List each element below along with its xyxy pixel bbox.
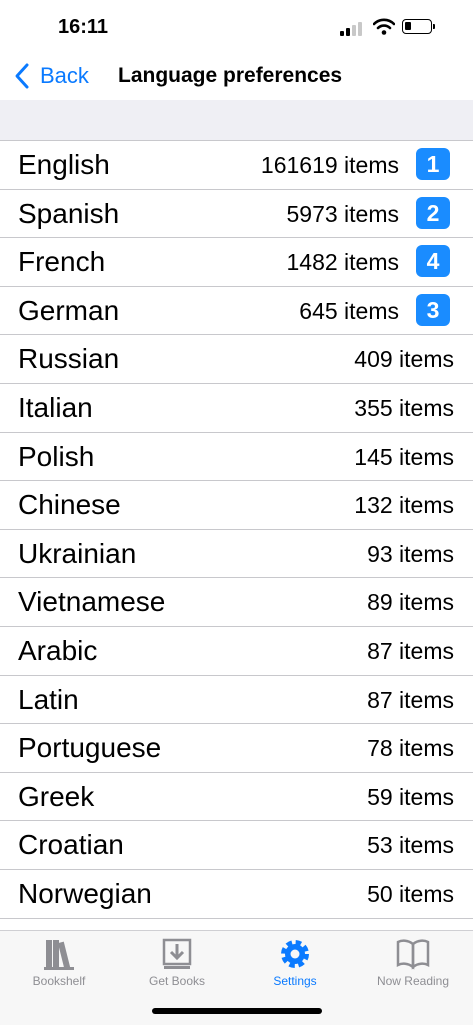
tab-get-books[interactable]: Get Books <box>118 937 236 988</box>
back-button[interactable]: Back <box>12 62 89 90</box>
language-name: English <box>18 149 110 180</box>
language-row-spanish[interactable]: Spanish 5973 items 2 <box>0 190 473 239</box>
item-count: 1482 items <box>286 249 399 276</box>
preference-rank-badge: 2 <box>416 196 450 229</box>
back-label: Back <box>40 63 89 88</box>
language-name: Spanish <box>18 197 120 229</box>
language-name: Norwegian <box>18 877 152 909</box>
language-name: Russian <box>18 343 120 375</box>
language-row-russian[interactable]: Russian 409 items <box>0 335 473 384</box>
language-name: Greek <box>18 780 95 812</box>
item-count: 78 items <box>367 735 454 762</box>
language-row-chinese[interactable]: Chinese 132 items <box>0 481 473 530</box>
language-name: Arabic <box>18 634 98 666</box>
item-count: 87 items <box>367 637 454 664</box>
section-header <box>0 100 473 141</box>
language-name: Italian <box>18 391 93 423</box>
item-count: 132 items <box>354 492 454 519</box>
language-row-vietnamese[interactable]: Vietnamese 89 items <box>0 578 473 627</box>
cellular-signal-icon <box>340 20 366 36</box>
language-name: Chinese <box>18 489 121 521</box>
item-count: 161619 items <box>260 152 399 178</box>
item-count: 645 items <box>299 297 399 324</box>
language-name: Vietnamese <box>18 586 166 618</box>
download-icon <box>162 938 192 969</box>
item-count: 5973 items <box>286 200 399 227</box>
language-row-croatian[interactable]: Croatian 53 items <box>0 821 473 870</box>
language-row-ukrainian[interactable]: Ukrainian 93 items <box>0 530 473 579</box>
preference-rank-badge: 1 <box>416 148 450 180</box>
gear-icon <box>281 940 309 968</box>
language-row-french[interactable]: French 1482 items 4 <box>0 238 473 287</box>
language-row-arabic[interactable]: Arabic 87 items <box>0 627 473 676</box>
language-row-portuguese[interactable]: Portuguese 78 items <box>0 724 473 773</box>
item-count: 53 items <box>367 832 454 859</box>
status-bar: 16:11 <box>0 0 473 56</box>
home-indicator <box>152 1008 322 1014</box>
language-row-polish[interactable]: Polish 145 items <box>0 433 473 482</box>
navigation-bar: Back Language preferences <box>0 56 473 100</box>
language-name: Polish <box>18 440 95 472</box>
language-row-norwegian[interactable]: Norwegian 50 items <box>0 870 473 919</box>
tab-label: Bookshelf <box>32 974 86 988</box>
tab-now-reading[interactable]: Now Reading <box>354 937 472 988</box>
tab-label: Get Books <box>148 974 206 988</box>
language-name: Latin <box>18 683 79 715</box>
item-count: 93 items <box>367 540 454 567</box>
language-list: English 161619 items 1 Spanish 5973 item… <box>0 141 473 919</box>
language-row-german[interactable]: German 645 items 3 <box>0 287 473 336</box>
tab-label: Now Reading <box>376 974 450 988</box>
language-name: French <box>18 246 106 278</box>
language-row-italian[interactable]: Italian 355 items <box>0 384 473 433</box>
tab-bookshelf[interactable]: Bookshelf <box>0 937 118 988</box>
language-row-english[interactable]: English 161619 items 1 <box>0 141 473 190</box>
language-row-greek[interactable]: Greek 59 items <box>0 773 473 822</box>
battery-icon <box>402 19 432 34</box>
wifi-icon <box>373 18 395 35</box>
status-time: 16:11 <box>58 16 109 38</box>
item-count: 50 items <box>367 880 454 907</box>
tab-settings[interactable]: Settings <box>236 937 354 988</box>
page-title: Language preferences <box>118 64 343 87</box>
language-name: Croatian <box>18 829 124 861</box>
open-book-icon <box>396 939 430 970</box>
language-name: Ukrainian <box>18 537 137 569</box>
item-count: 409 items <box>354 346 454 373</box>
item-count: 89 items <box>367 589 454 616</box>
item-count: 145 items <box>354 443 454 470</box>
item-count: 59 items <box>367 783 454 810</box>
bookshelf-icon <box>44 940 74 970</box>
item-count: 355 items <box>354 394 454 421</box>
preference-rank-badge: 3 <box>416 293 450 326</box>
tab-label: Settings <box>273 974 317 988</box>
item-count: 87 items <box>367 686 454 713</box>
chevron-left-icon <box>15 63 29 89</box>
battery-tip <box>433 24 435 29</box>
language-name: German <box>18 294 120 326</box>
preference-rank-badge: 4 <box>416 245 450 278</box>
language-row-latin[interactable]: Latin 87 items <box>0 676 473 725</box>
language-name: Portuguese <box>18 732 162 764</box>
